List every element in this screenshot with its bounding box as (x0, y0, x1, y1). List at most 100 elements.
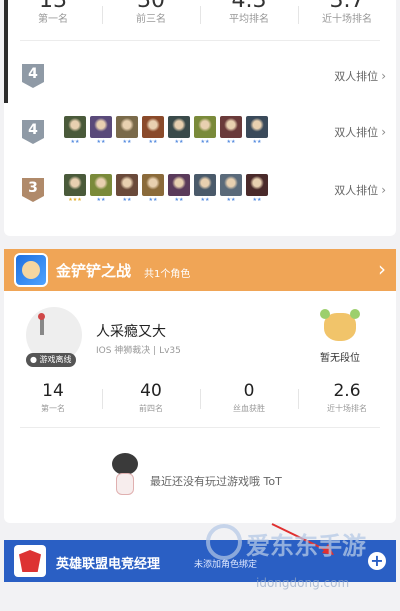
champion-portrait (168, 116, 190, 138)
star-level: ★★★ (68, 197, 82, 203)
champion-portrait (220, 116, 242, 138)
rank-badge: 4 (22, 120, 44, 144)
divider (20, 40, 380, 41)
player-server-level: IOS 神狮裁决 | Lv35 (96, 346, 181, 356)
stat-value: 40 (140, 381, 162, 401)
match-mode-link[interactable]: 双人排位 › (334, 124, 386, 140)
star-level: ★★ (252, 197, 262, 203)
stat-low-hp-wins: 0 丝血获胜 (200, 381, 298, 417)
star-level: ★★ (148, 197, 158, 203)
champion-portrait (64, 116, 86, 138)
match-mode-link[interactable]: 双人排位 › (334, 182, 386, 198)
offline-status-badge: ● 游戏离线 (26, 353, 76, 367)
game-header-tft[interactable]: 金铲铲之战 共1个角色 › (4, 249, 396, 291)
champion-portrait (194, 174, 216, 196)
champion-portrait (194, 116, 216, 138)
champion-icon: ★★ (246, 116, 268, 146)
stat-top-three: 30 前三名 (102, 0, 200, 30)
champion-list: ★★★ ★★ ★★ ★★ ★★ ★★ ★★ ★★ (64, 174, 268, 204)
stat-label: 平均排名 (229, 14, 269, 25)
star-level: ★★ (200, 139, 210, 145)
stat-first-place: 13 第一名 (4, 0, 102, 30)
match-row[interactable]: 4 ★★ ★★ ★★ ★★ ★★ ★★ ★★ ★★ 双人排位 › (4, 112, 396, 152)
watermark-logo-icon (206, 524, 242, 560)
rank-tier-icon (320, 309, 360, 341)
champion-icon: ★★ (220, 116, 242, 146)
tft-game-icon (14, 253, 48, 287)
champion-icon: ★★ (64, 116, 86, 146)
star-level: ★★ (96, 197, 106, 203)
champion-portrait (220, 174, 242, 196)
champion-portrait (64, 174, 86, 196)
chevron-right-icon: › (381, 69, 386, 83)
watermark-name: 爱东东手游 (246, 532, 366, 560)
stat-label: 第一名 (38, 14, 68, 25)
star-level: ★★ (122, 197, 132, 203)
stat-recent-ten: 3.7 近十场排名 (298, 0, 396, 30)
stat-value: 14 (42, 381, 64, 401)
champion-icon: ★★ (90, 116, 112, 146)
stat-label: 前三名 (136, 14, 166, 25)
champion-icon: ★★ (194, 116, 216, 146)
champion-portrait (142, 116, 164, 138)
champion-portrait (246, 116, 268, 138)
star-level: ★★ (174, 197, 184, 203)
match-mode-link[interactable]: 双人排位 › (334, 68, 386, 84)
star-level: ★★ (96, 139, 106, 145)
game-stats-row: 14 第一名 40 前四名 0 丝血获胜 2.6 近十场排名 (4, 381, 396, 417)
champion-icon: ★★ (116, 174, 138, 204)
stat-label: 近十场排名 (327, 404, 367, 413)
player-name: 人采瘾又大 (96, 324, 166, 340)
champion-portrait (90, 116, 112, 138)
game-title: 金铲铲之战 (56, 262, 132, 280)
champion-icon: ★★ (90, 174, 112, 204)
stat-recent-ten: 2.6 近十场排名 (298, 381, 396, 417)
stat-label: 近十场排名 (322, 14, 372, 25)
stat-label: 前四名 (139, 404, 163, 413)
star-level: ★★ (226, 197, 236, 203)
rank-badge: 3 (22, 178, 44, 202)
stat-average-rank: 4.3 平均排名 (200, 0, 298, 30)
champion-icon: ★★ (194, 174, 216, 204)
champion-portrait (90, 174, 112, 196)
champion-icon: ★★ (220, 174, 242, 204)
star-level: ★★ (148, 139, 158, 145)
stat-label: 第一名 (41, 404, 65, 413)
divider (20, 427, 380, 428)
stat-value: 0 (243, 381, 255, 401)
rank-badge: 4 (22, 64, 44, 88)
champion-portrait (116, 116, 138, 138)
match-row[interactable]: 3 ★★★ ★★ ★★ ★★ ★★ ★★ ★★ ★★ 双人排位 › (4, 170, 396, 210)
chevron-right-icon[interactable]: › (378, 257, 386, 281)
rank-tier-label: 暂无段位 (320, 353, 360, 364)
champion-icon: ★★ (246, 174, 268, 204)
star-level: ★★ (122, 139, 132, 145)
watermark: 爱东东手游 idongdong.com (206, 524, 396, 604)
chevron-right-icon: › (381, 183, 386, 197)
star-level: ★★ (174, 139, 184, 145)
match-mode-label: 双人排位 (334, 70, 379, 83)
game-title: 英雄联盟电竞经理 (56, 557, 161, 572)
champion-icon: ★★ (142, 174, 164, 204)
empty-state-message: 最近还没有玩过游戏哦 ToT (150, 475, 282, 488)
match-history-card: 13 第一名 30 前三名 4.3 平均排名 3.7 近十场排名 4 双人排位 … (4, 0, 396, 236)
game-role-count: 共1个角色 (144, 269, 191, 280)
champion-portrait (142, 174, 164, 196)
champion-list: ★★ ★★ ★★ ★★ ★★ ★★ ★★ ★★ (64, 116, 268, 146)
star-level: ★★ (252, 139, 262, 145)
champion-icon: ★★ (116, 116, 138, 146)
match-mode-label: 双人排位 (334, 184, 379, 197)
star-level: ★★ (70, 139, 80, 145)
champion-icon: ★★★ (64, 174, 86, 204)
game-profile-card: ● 游戏离线 人采瘾又大 IOS 神狮裁决 | Lv35 暂无段位 14 第一名… (4, 291, 396, 523)
champion-icon: ★★ (142, 116, 164, 146)
empty-state-illustration (108, 453, 142, 497)
match-row[interactable]: 4 双人排位 › (4, 56, 396, 96)
champion-icon: ★★ (168, 116, 190, 146)
star-level: ★★ (226, 139, 236, 145)
champion-portrait (246, 174, 268, 196)
esports-manager-game-icon (14, 545, 46, 577)
chevron-right-icon: › (381, 125, 386, 139)
stat-label: 丝血获胜 (233, 404, 265, 413)
champion-icon: ★★ (168, 174, 190, 204)
